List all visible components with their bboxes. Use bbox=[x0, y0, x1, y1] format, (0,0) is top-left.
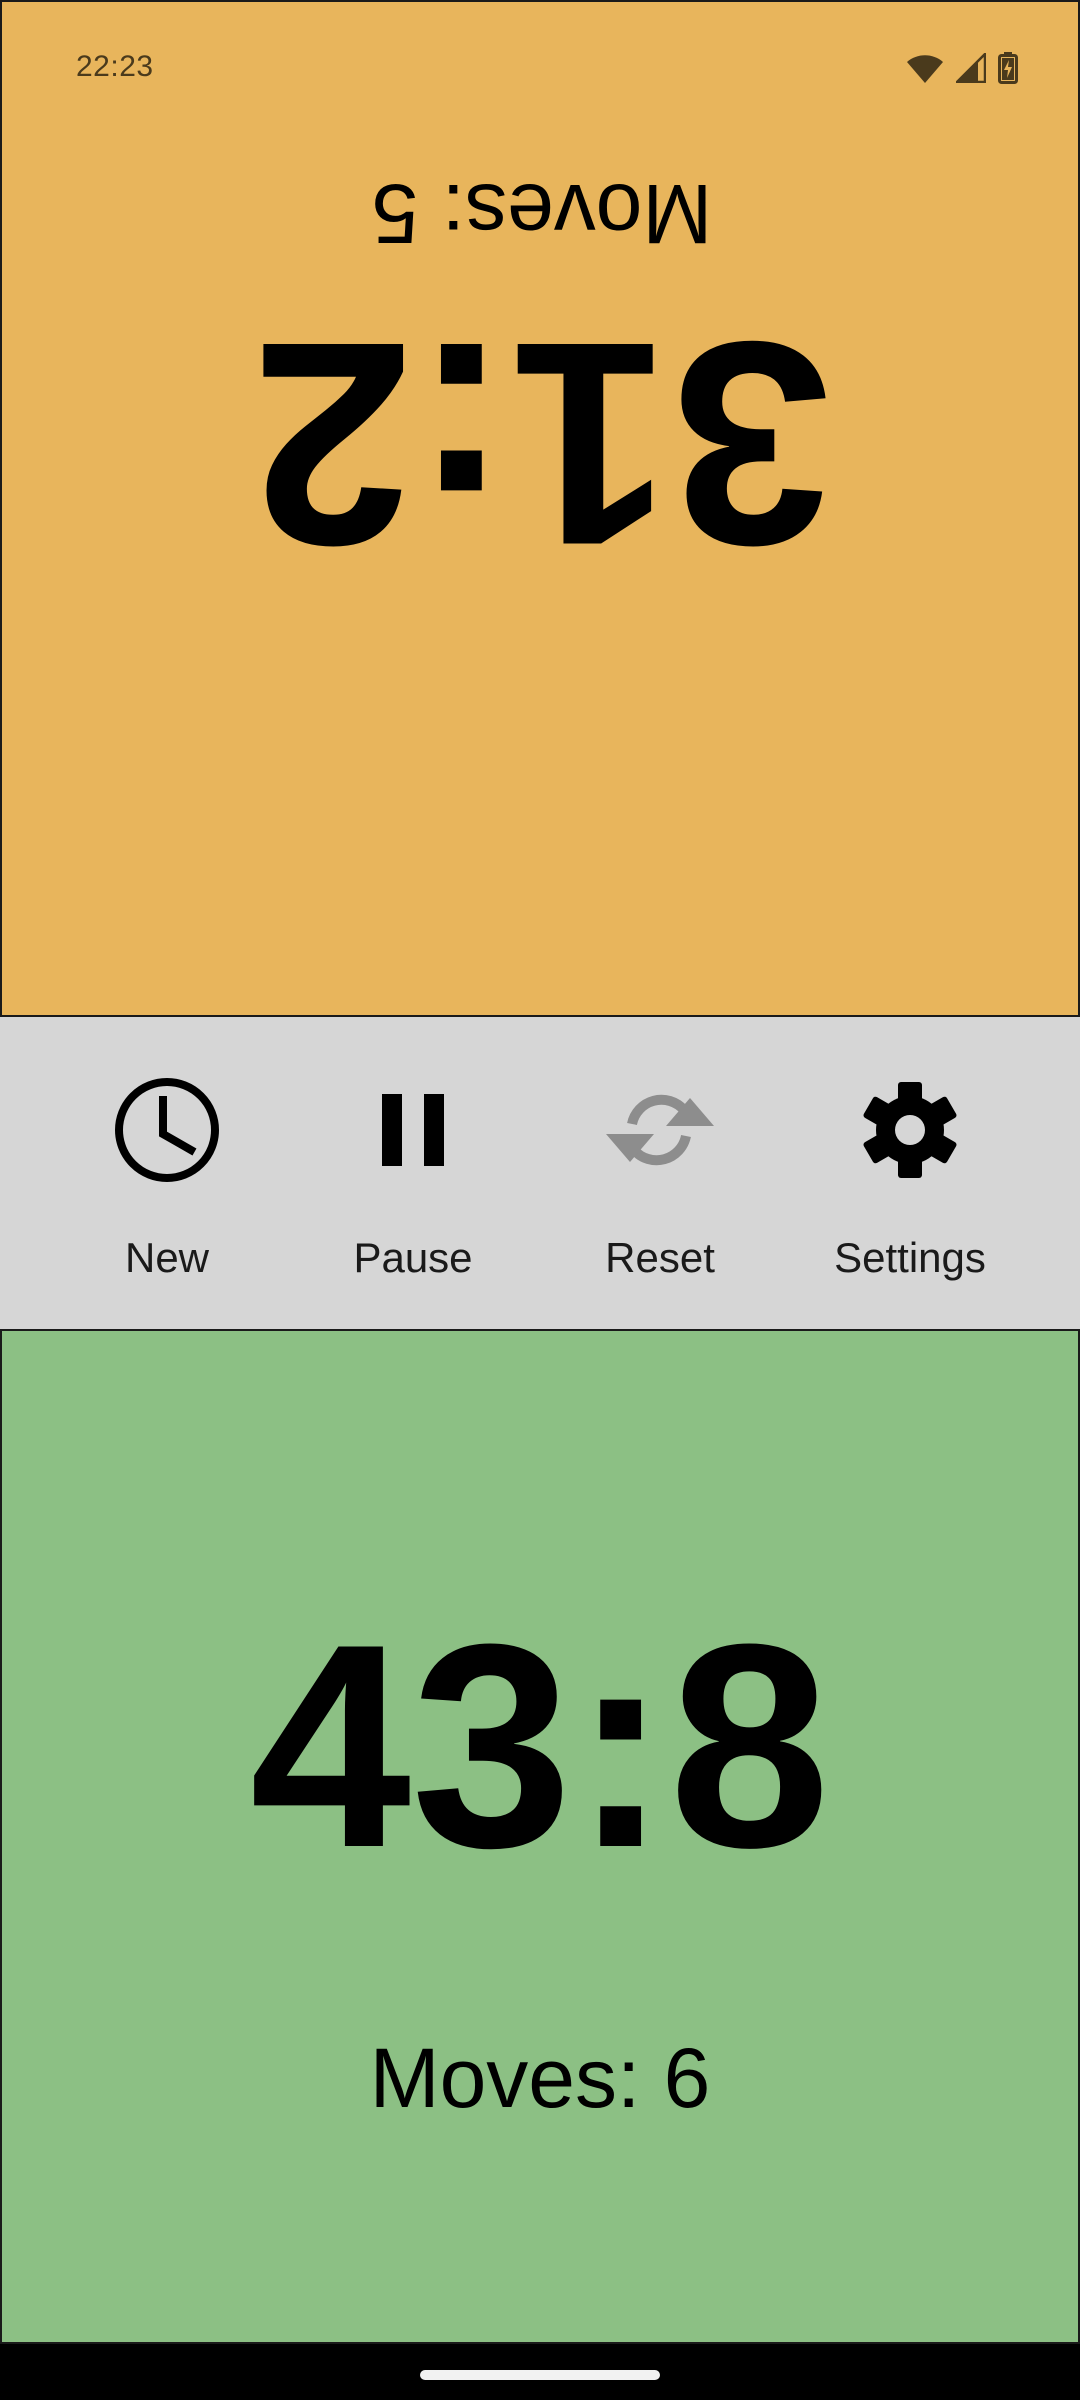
bottom-player-moves: Moves: 6 bbox=[369, 2031, 711, 2125]
cell-signal-icon bbox=[956, 53, 986, 83]
reset-label: Reset bbox=[605, 1234, 715, 1281]
battery-charging-icon bbox=[998, 52, 1018, 84]
bottom-player-panel[interactable]: 43:8 Moves: 6 bbox=[0, 1329, 1080, 2344]
top-player-moves: Moves: 5 bbox=[371, 167, 713, 261]
settings-label: Settings bbox=[834, 1234, 986, 1281]
clock-icon bbox=[113, 1076, 221, 1189]
bottom-player-clock: 43:8 bbox=[249, 1584, 831, 1908]
status-time: 22:23 bbox=[76, 50, 154, 83]
pause-label: Pause bbox=[353, 1234, 473, 1281]
home-gesture-handle[interactable] bbox=[420, 2370, 660, 2380]
wifi-icon bbox=[906, 53, 944, 83]
gear-icon bbox=[858, 1078, 962, 1187]
reset-button[interactable]: Reset bbox=[535, 1017, 785, 1329]
control-toolbar: New Pause Reset Settings bbox=[0, 1017, 1080, 1329]
pause-button[interactable]: Pause bbox=[288, 1017, 538, 1329]
reset-icon bbox=[602, 1084, 718, 1181]
status-icons bbox=[906, 50, 1018, 86]
status-bar: 22:23 bbox=[2, 2, 1080, 138]
settings-button[interactable]: Settings bbox=[785, 1017, 1035, 1329]
new-game-button[interactable]: New bbox=[42, 1017, 292, 1329]
top-player-clock: 31:2 bbox=[251, 282, 833, 606]
chess-clock-app: 31:2 Moves: 5 22:23 New Pause Reset Sett… bbox=[0, 0, 1080, 2400]
pause-icon bbox=[378, 1090, 448, 1175]
top-player-rotated-content: 31:2 Moves: 5 bbox=[2, 2, 1080, 1019]
new-game-label: New bbox=[124, 1234, 210, 1281]
navigation-bar bbox=[0, 2344, 1080, 2400]
top-player-panel[interactable]: 31:2 Moves: 5 22:23 bbox=[0, 0, 1080, 1017]
